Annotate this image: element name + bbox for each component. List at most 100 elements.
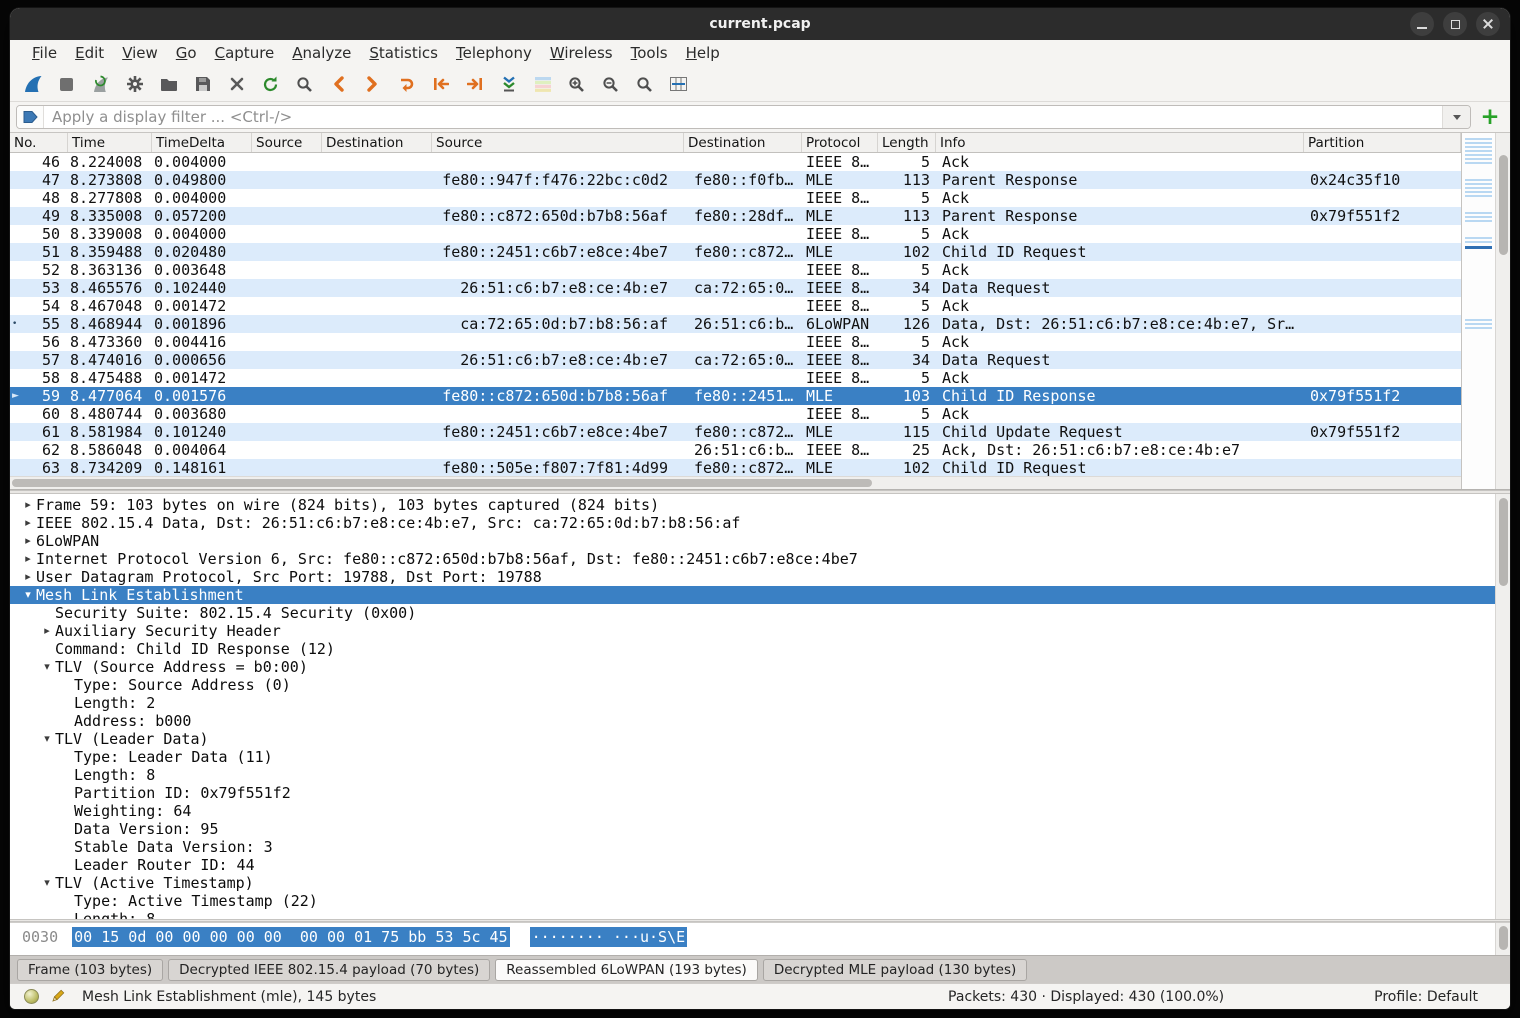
packet-row[interactable]: 508.3390080.004000IEEE 8…5Ack bbox=[10, 225, 1461, 243]
column-header-source[interactable]: Source bbox=[432, 133, 684, 152]
packet-row[interactable]: 608.4807440.003680IEEE 8…5Ack bbox=[10, 405, 1461, 423]
detail-line[interactable]: Type: Leader Data (11) bbox=[10, 748, 1495, 766]
expand-arrow-icon[interactable]: ▸ bbox=[20, 496, 36, 514]
details-scrollbar[interactable] bbox=[1495, 494, 1510, 919]
menu-analyze[interactable]: Analyze bbox=[283, 40, 360, 67]
open-file-button[interactable] bbox=[154, 71, 183, 98]
detail-line[interactable]: ▾Mesh Link Establishment bbox=[10, 586, 1495, 604]
packet-row[interactable]: 568.4733600.004416IEEE 8…5Ack bbox=[10, 333, 1461, 351]
column-header-partition[interactable]: Partition bbox=[1304, 133, 1461, 152]
column-header-timedelta[interactable]: TimeDelta bbox=[152, 133, 252, 152]
detail-line[interactable]: ▸Auxiliary Security Header bbox=[10, 622, 1495, 640]
start-capture-button[interactable] bbox=[18, 71, 47, 98]
byte-tab-1[interactable]: Decrypted IEEE 802.15.4 payload (70 byte… bbox=[168, 959, 490, 981]
go-forward-button[interactable] bbox=[358, 71, 387, 98]
packet-row[interactable]: 538.4655760.10244026:51:c6:b7:e8:ce:4b:e… bbox=[10, 279, 1461, 297]
first-packet-button[interactable] bbox=[426, 71, 455, 98]
intelligent-scrollbar-minimap[interactable] bbox=[1461, 133, 1495, 489]
packet-row[interactable]: 498.3350080.057200fe80::c872:650d:b7b8:5… bbox=[10, 207, 1461, 225]
byte-tab-3[interactable]: Decrypted MLE payload (130 bytes) bbox=[763, 959, 1027, 981]
column-header-info[interactable]: Info bbox=[936, 133, 1304, 152]
packet-row[interactable]: 518.3594880.020480fe80::2451:c6b7:e8ce:4… bbox=[10, 243, 1461, 261]
packet-row[interactable]: 628.5860480.00406426:51:c6:b…IEEE 8…25Ac… bbox=[10, 441, 1461, 459]
hex-row[interactable]: 003000 15 0d 00 00 00 00 00 00 00 01 75 … bbox=[10, 923, 1495, 955]
expand-arrow-icon[interactable]: ▸ bbox=[20, 514, 36, 532]
detail-line[interactable]: Length: 2 bbox=[10, 694, 1495, 712]
detail-line[interactable]: Weighting: 64 bbox=[10, 802, 1495, 820]
column-header-protocol[interactable]: Protocol bbox=[802, 133, 878, 152]
packet-row[interactable]: 588.4754880.001472IEEE 8…5Ack bbox=[10, 369, 1461, 387]
zoom-in-button[interactable] bbox=[562, 71, 591, 98]
collapse-arrow-icon[interactable]: ▾ bbox=[39, 730, 55, 748]
detail-line[interactable]: ▸6LoWPAN bbox=[10, 532, 1495, 550]
byte-tab-0[interactable]: Frame (103 bytes) bbox=[17, 959, 163, 981]
detail-line[interactable]: ▸IEEE 802.15.4 Data, Dst: 26:51:c6:b7:e8… bbox=[10, 514, 1495, 532]
detail-line[interactable]: ▾TLV (Source Address = b0:00) bbox=[10, 658, 1495, 676]
go-to-packet-button[interactable] bbox=[392, 71, 421, 98]
packet-row[interactable]: 638.7342090.148161fe80::505e:f807:7f81:4… bbox=[10, 459, 1461, 476]
scrollbar-thumb[interactable] bbox=[1499, 155, 1508, 255]
menu-view[interactable]: View bbox=[113, 40, 167, 67]
hex-ascii-selected[interactable]: ········ ···u·S\E bbox=[530, 927, 688, 947]
close-button[interactable] bbox=[1476, 12, 1500, 36]
detail-line[interactable]: Length: 8 bbox=[10, 766, 1495, 784]
go-back-button[interactable] bbox=[324, 71, 353, 98]
minimize-button[interactable] bbox=[1410, 12, 1434, 36]
packet-row[interactable]: 488.2778080.004000IEEE 8…5Ack bbox=[10, 189, 1461, 207]
close-file-button[interactable] bbox=[222, 71, 251, 98]
capture-options-button[interactable] bbox=[120, 71, 149, 98]
menu-go[interactable]: Go bbox=[167, 40, 206, 67]
filter-bookmark-button[interactable] bbox=[17, 106, 44, 128]
menu-wireless[interactable]: Wireless bbox=[541, 40, 622, 67]
bytes-scrollbar[interactable] bbox=[1495, 923, 1510, 955]
detail-line[interactable]: Leader Router ID: 44 bbox=[10, 856, 1495, 874]
expand-arrow-icon[interactable]: ▸ bbox=[20, 550, 36, 568]
collapse-arrow-icon[interactable]: ▾ bbox=[39, 874, 55, 892]
detail-line[interactable]: Partition ID: 0x79f551f2 bbox=[10, 784, 1495, 802]
expand-arrow-icon[interactable]: ▸ bbox=[20, 568, 36, 586]
add-filter-button[interactable]: + bbox=[1478, 105, 1502, 129]
menu-edit[interactable]: Edit bbox=[66, 40, 113, 67]
detail-line[interactable]: Data Version: 95 bbox=[10, 820, 1495, 838]
maximize-button[interactable] bbox=[1443, 12, 1467, 36]
column-header-no[interactable]: No. bbox=[10, 133, 68, 152]
column-header-time[interactable]: Time bbox=[68, 133, 152, 152]
menu-file[interactable]: File bbox=[23, 40, 66, 67]
detail-line[interactable]: Type: Source Address (0) bbox=[10, 676, 1495, 694]
title-bar[interactable]: current.pcap bbox=[10, 8, 1510, 40]
collapse-arrow-icon[interactable]: ▾ bbox=[20, 586, 36, 604]
auto-scroll-button[interactable] bbox=[494, 71, 523, 98]
expand-arrow-icon[interactable]: ▸ bbox=[39, 622, 55, 640]
detail-line[interactable]: Type: Active Timestamp (22) bbox=[10, 892, 1495, 910]
profile-selector[interactable]: Profile: Default bbox=[1374, 989, 1478, 1005]
detail-line[interactable]: Command: Child ID Response (12) bbox=[10, 640, 1495, 658]
expand-arrow-icon[interactable]: ▸ bbox=[20, 532, 36, 550]
detail-line[interactable]: Security Suite: 802.15.4 Security (0x00) bbox=[10, 604, 1495, 622]
packet-row[interactable]: 618.5819840.101240fe80::2451:c6b7:e8ce:4… bbox=[10, 423, 1461, 441]
zoom-reset-button[interactable] bbox=[630, 71, 659, 98]
detail-line[interactable]: ▸Internet Protocol Version 6, Src: fe80:… bbox=[10, 550, 1495, 568]
expert-info-button[interactable] bbox=[20, 987, 42, 1007]
packet-row[interactable]: 548.4670480.001472IEEE 8…5Ack bbox=[10, 297, 1461, 315]
packet-row[interactable]: 578.4740160.00065626:51:c6:b7:e8:ce:4b:e… bbox=[10, 351, 1461, 369]
detail-line[interactable]: ▾TLV (Active Timestamp) bbox=[10, 874, 1495, 892]
column-header-destination[interactable]: Destination bbox=[684, 133, 802, 152]
column-header-source[interactable]: Source bbox=[252, 133, 322, 152]
scrollbar-thumb[interactable] bbox=[1499, 498, 1508, 586]
reload-button[interactable] bbox=[256, 71, 285, 98]
zoom-out-button[interactable] bbox=[596, 71, 625, 98]
column-header-destination[interactable]: Destination bbox=[322, 133, 432, 152]
packet-row[interactable]: •558.4689440.001896ca:72:65:0d:b7:b8:56:… bbox=[10, 315, 1461, 333]
detail-line[interactable]: ▾TLV (Leader Data) bbox=[10, 730, 1495, 748]
packet-list-horizontal-scrollbar[interactable] bbox=[10, 476, 1461, 489]
packet-row[interactable]: ►598.4770640.001576fe80::c872:650d:b7b8:… bbox=[10, 387, 1461, 405]
capture-comment-button[interactable] bbox=[46, 987, 68, 1007]
restart-capture-button[interactable] bbox=[86, 71, 115, 98]
menu-help[interactable]: Help bbox=[677, 40, 729, 67]
detail-line[interactable]: ▸User Datagram Protocol, Src Port: 19788… bbox=[10, 568, 1495, 586]
byte-tab-2[interactable]: Reassembled 6LoWPAN (193 bytes) bbox=[495, 959, 758, 981]
menu-telephony[interactable]: Telephony bbox=[447, 40, 541, 67]
column-header-length[interactable]: Length bbox=[878, 133, 936, 152]
colorize-packets-button[interactable] bbox=[528, 71, 557, 98]
filter-history-dropdown[interactable] bbox=[1442, 106, 1470, 128]
